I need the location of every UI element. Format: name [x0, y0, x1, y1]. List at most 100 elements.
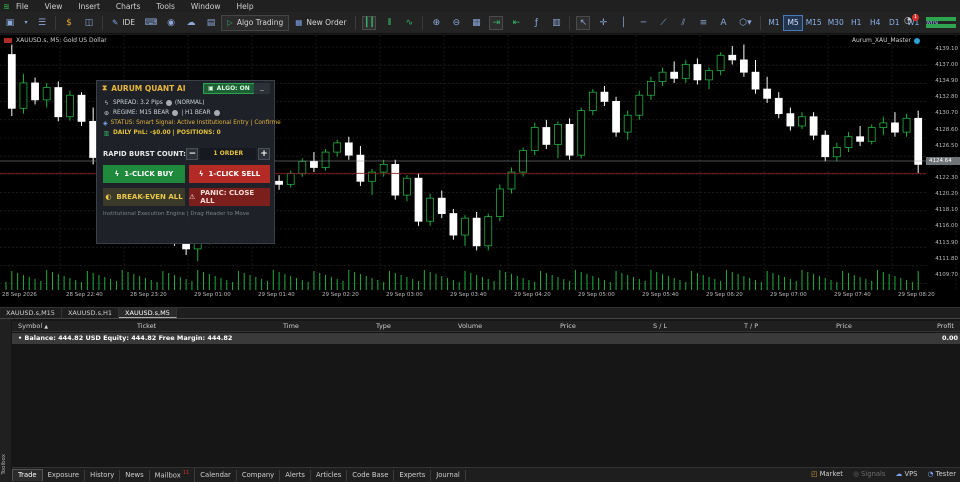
- col-volume[interactable]: Volume: [458, 321, 482, 332]
- menu-tools[interactable]: Tools: [156, 2, 174, 11]
- horizontal-line-icon[interactable]: ─: [636, 16, 650, 30]
- menu-charts[interactable]: Charts: [116, 2, 141, 11]
- algo-trading-button[interactable]: ▷ Algo Trading: [221, 14, 290, 31]
- tab-history[interactable]: History: [85, 469, 121, 481]
- tab-code-base[interactable]: Code Base: [347, 469, 395, 481]
- terminal-icon[interactable]: ⌨: [144, 16, 158, 30]
- market-watch-icon[interactable]: $: [62, 16, 76, 30]
- account-signal-icon[interactable]: [926, 15, 956, 31]
- navigator-icon[interactable]: ◫: [82, 16, 96, 30]
- chart-tab-m15[interactable]: XAUUSD.s,M15: [0, 308, 62, 318]
- chart-tab-m5[interactable]: XAUUSD.s,M5: [119, 308, 177, 318]
- new-chart-icon[interactable]: ▣: [3, 16, 17, 30]
- balance-row[interactable]: • Balance: 444.82 USD Equity: 444.82 Fre…: [12, 333, 960, 344]
- auto-scroll-icon[interactable]: ⇥: [489, 15, 504, 30]
- text-icon[interactable]: A: [716, 16, 730, 30]
- indicators-icon[interactable]: ƒ: [529, 16, 543, 30]
- col-type[interactable]: Type: [376, 321, 391, 332]
- grid-icon[interactable]: ▦: [469, 16, 483, 30]
- lightning-icon: ϟ: [104, 99, 109, 107]
- cloud-icon[interactable]: ☁: [184, 16, 198, 30]
- price-scale[interactable]: 4139.10 4137.00 4134.90 4132.80 4130.70 4128.…: [926, 35, 960, 290]
- strategy-tester-icon[interactable]: ◉: [164, 16, 178, 30]
- bar-chart-icon[interactable]: ┃┃: [362, 15, 377, 30]
- menu-insert[interactable]: Insert: [78, 2, 100, 11]
- profiles-icon[interactable]: ☰: [35, 16, 49, 30]
- breakeven-label: BREAK-EVEN ALL: [116, 193, 183, 201]
- timeframe-d1[interactable]: D1: [885, 15, 904, 31]
- timeframe-h4[interactable]: H4: [866, 15, 885, 31]
- one-click-sell-button[interactable]: ϟ 1-CLICK SELL: [189, 165, 270, 183]
- timeframe-m1[interactable]: M1: [764, 15, 783, 31]
- chart-shift-icon[interactable]: ⇤: [509, 16, 523, 30]
- col-current-price[interactable]: Price: [836, 321, 852, 332]
- fibonacci-icon[interactable]: ≡: [696, 16, 710, 30]
- col-symbol[interactable]: Symbol ▲: [18, 321, 48, 333]
- toolbox-side-strip[interactable]: Toolbox: [0, 319, 11, 482]
- candlestick-chart-icon[interactable]: ⫴: [382, 16, 396, 30]
- menu-help[interactable]: Help: [236, 2, 253, 11]
- timeframe-h1[interactable]: H1: [847, 15, 866, 31]
- tab-trade[interactable]: Trade: [12, 469, 43, 481]
- vps-link[interactable]: ☁ VPS: [895, 470, 917, 478]
- panic-close-all-button[interactable]: ⚠ PANIC: CLOSE ALL: [189, 188, 270, 206]
- vps-icon[interactable]: ▤: [204, 16, 218, 30]
- burst-increment-button[interactable]: +: [258, 147, 270, 160]
- zoom-in-icon[interactable]: ⊕: [429, 16, 443, 30]
- algo-status-badge[interactable]: ▣ ALGO: ON: [203, 83, 255, 94]
- shapes-icon[interactable]: ⬡▾: [736, 16, 754, 30]
- tab-alerts[interactable]: Alerts: [280, 469, 311, 481]
- tab-mailbox-label: Mailbox: [154, 471, 181, 480]
- candle-body: [728, 54, 737, 61]
- vertical-line-icon[interactable]: │: [616, 16, 630, 30]
- tab-calendar[interactable]: Calendar: [195, 469, 237, 481]
- cursor-icon[interactable]: ↖: [576, 15, 591, 30]
- aurum-quant-panel[interactable]: ⧗ AURUM QUANT AI ▣ ALGO: ON _ ϟ SPREAD: 3.…: [96, 80, 281, 244]
- col-ticket[interactable]: Ticket: [137, 321, 156, 332]
- ide-label: IDE: [122, 18, 136, 27]
- candle-body: [542, 127, 551, 145]
- col-sl[interactable]: S / L: [653, 321, 667, 332]
- col-price[interactable]: Price: [560, 321, 576, 332]
- market-link[interactable]: ◰ Market: [811, 470, 843, 478]
- menu-window[interactable]: Window: [191, 2, 221, 11]
- timeframe-m5[interactable]: M5: [783, 14, 803, 31]
- candle-body: [77, 94, 86, 122]
- trendline-icon[interactable]: ⟋: [656, 16, 670, 30]
- timeframe-m15[interactable]: M15: [803, 15, 825, 31]
- templates-icon[interactable]: ▥: [549, 16, 563, 30]
- expert-advisor-label[interactable]: Aurum_XAU_Master: [852, 37, 920, 44]
- toolbox-tabs: Trade Exposure History News Mailbox 11 C…: [12, 467, 960, 482]
- signals-link[interactable]: ◎ Signals: [853, 470, 886, 478]
- candle-body: [426, 197, 435, 222]
- tab-news[interactable]: News: [120, 469, 150, 481]
- zoom-out-icon[interactable]: ⊖: [449, 16, 463, 30]
- one-click-buy-button[interactable]: ϟ 1-CLICK BUY: [103, 165, 185, 183]
- tester-link[interactable]: ◔ Tester: [928, 470, 956, 478]
- tab-company[interactable]: Company: [237, 469, 281, 481]
- col-profit[interactable]: Profit: [937, 321, 954, 332]
- chart-tab-h1[interactable]: XAUUSD.s,H1: [62, 308, 120, 318]
- time-scale[interactable]: 28 Sep 2026 28 Sep 22:40 28 Sep 23:20 29 Se…: [0, 292, 935, 304]
- line-chart-icon[interactable]: ∿: [402, 16, 416, 30]
- tab-articles[interactable]: Articles: [311, 469, 348, 481]
- dropdown-icon[interactable]: ▾: [23, 16, 29, 30]
- tab-exposure[interactable]: Exposure: [43, 469, 86, 481]
- tab-journal[interactable]: Journal: [431, 469, 466, 481]
- new-order-button[interactable]: ▦ New Order: [289, 15, 352, 31]
- col-time[interactable]: Time: [283, 321, 299, 332]
- menu-file[interactable]: File: [16, 2, 29, 11]
- tab-experts[interactable]: Experts: [394, 469, 432, 481]
- minimize-button[interactable]: _: [254, 83, 270, 94]
- notifications-bell-icon[interactable]: ◔ 1: [904, 14, 919, 28]
- break-even-all-button[interactable]: ◐ BREAK-EVEN ALL: [103, 188, 185, 206]
- crosshair-icon[interactable]: ✛: [596, 16, 610, 30]
- burst-decrement-button[interactable]: −: [186, 147, 199, 160]
- ide-button[interactable]: ✎ IDE: [106, 15, 141, 31]
- menu-view[interactable]: View: [45, 2, 63, 11]
- tab-mailbox[interactable]: Mailbox 11: [150, 468, 196, 482]
- channel-icon[interactable]: ⫽: [676, 16, 690, 30]
- ide-icon: ✎: [112, 18, 119, 27]
- col-tp[interactable]: T / P: [744, 321, 758, 332]
- timeframe-m30[interactable]: M30: [825, 15, 847, 31]
